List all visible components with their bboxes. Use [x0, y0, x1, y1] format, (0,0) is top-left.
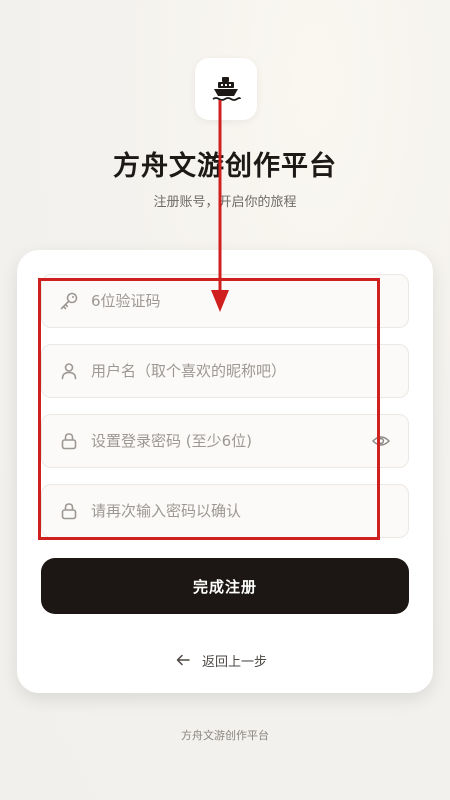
verification-code-input[interactable]: [91, 292, 408, 310]
username-field[interactable]: [41, 344, 409, 398]
footer-text: 方舟文游创作平台: [181, 729, 269, 742]
arrow-left-icon: [176, 652, 192, 668]
username-input[interactable]: [91, 362, 408, 380]
page-title: 方舟文游创作平台: [113, 151, 337, 182]
password-field[interactable]: [41, 414, 409, 468]
back-label: 返回上一步: [202, 654, 268, 670]
user-icon: [59, 361, 79, 381]
ship-icon: [212, 77, 241, 101]
page-subtitle: 注册账号，开启你的旅程: [153, 195, 297, 210]
confirm-password-input[interactable]: [91, 502, 408, 520]
app-logo: [195, 58, 257, 120]
lock-icon: [59, 501, 79, 521]
lock-icon: [59, 431, 79, 451]
key-icon: [59, 291, 79, 311]
back-link[interactable]: 返回上一步: [176, 648, 267, 672]
eye-icon[interactable]: [370, 430, 392, 452]
verification-code-field[interactable]: [41, 274, 409, 328]
password-input[interactable]: [91, 432, 370, 450]
complete-registration-button[interactable]: 完成注册: [41, 558, 409, 614]
confirm-password-field[interactable]: [41, 484, 409, 538]
